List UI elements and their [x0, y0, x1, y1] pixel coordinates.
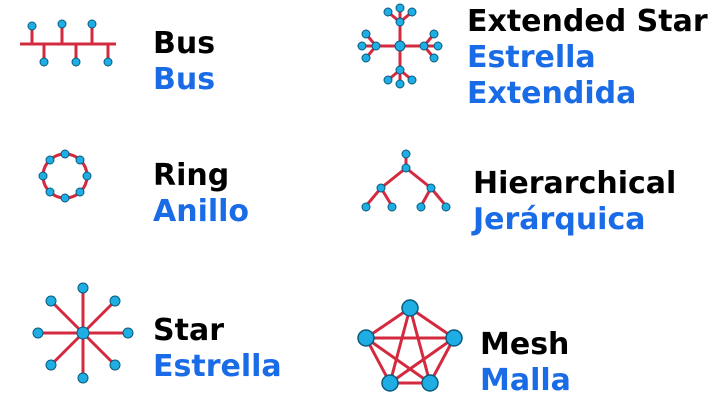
hierarchical-english-label: Hierarchical [473, 166, 677, 201]
extended-star-label: Extended Star Estrella Extendida [467, 4, 708, 112]
ring-topology-icon [38, 149, 92, 203]
network-topologies-diagram: Bus Bus Ring Anillo Star Estrella Extend… [0, 0, 724, 411]
extended-star-spanish-label-line1: Estrella [467, 40, 596, 75]
star-topology-icon [32, 282, 134, 384]
ring-english-label: Ring [153, 158, 230, 193]
bus-topology-icon [20, 19, 116, 67]
star-spanish-label: Estrella [153, 349, 282, 384]
hierarchical-label: Hierarchical Jerárquica [473, 166, 676, 238]
bus-label: Bus Bus [153, 26, 215, 98]
mesh-english-label: Mesh [480, 327, 570, 362]
mesh-spanish-label: Malla [480, 363, 571, 398]
star-label: Star Estrella [153, 313, 282, 385]
star-english-label: Star [153, 313, 224, 348]
mesh-label: Mesh Malla [480, 327, 571, 399]
ring-spanish-label: Anillo [153, 194, 250, 229]
hierarchical-topology-icon [361, 149, 451, 212]
bus-spanish-label: Bus [153, 62, 216, 97]
ring-label: Ring Anillo [153, 158, 249, 230]
bus-english-label: Bus [153, 26, 216, 61]
extended-star-topology-icon [357, 3, 443, 89]
hierarchical-spanish-label: Jerárquica [473, 202, 646, 237]
extended-star-english-label: Extended Star [467, 4, 708, 39]
mesh-topology-icon [357, 299, 463, 392]
extended-star-spanish-label-line2: Extendida [467, 76, 637, 111]
